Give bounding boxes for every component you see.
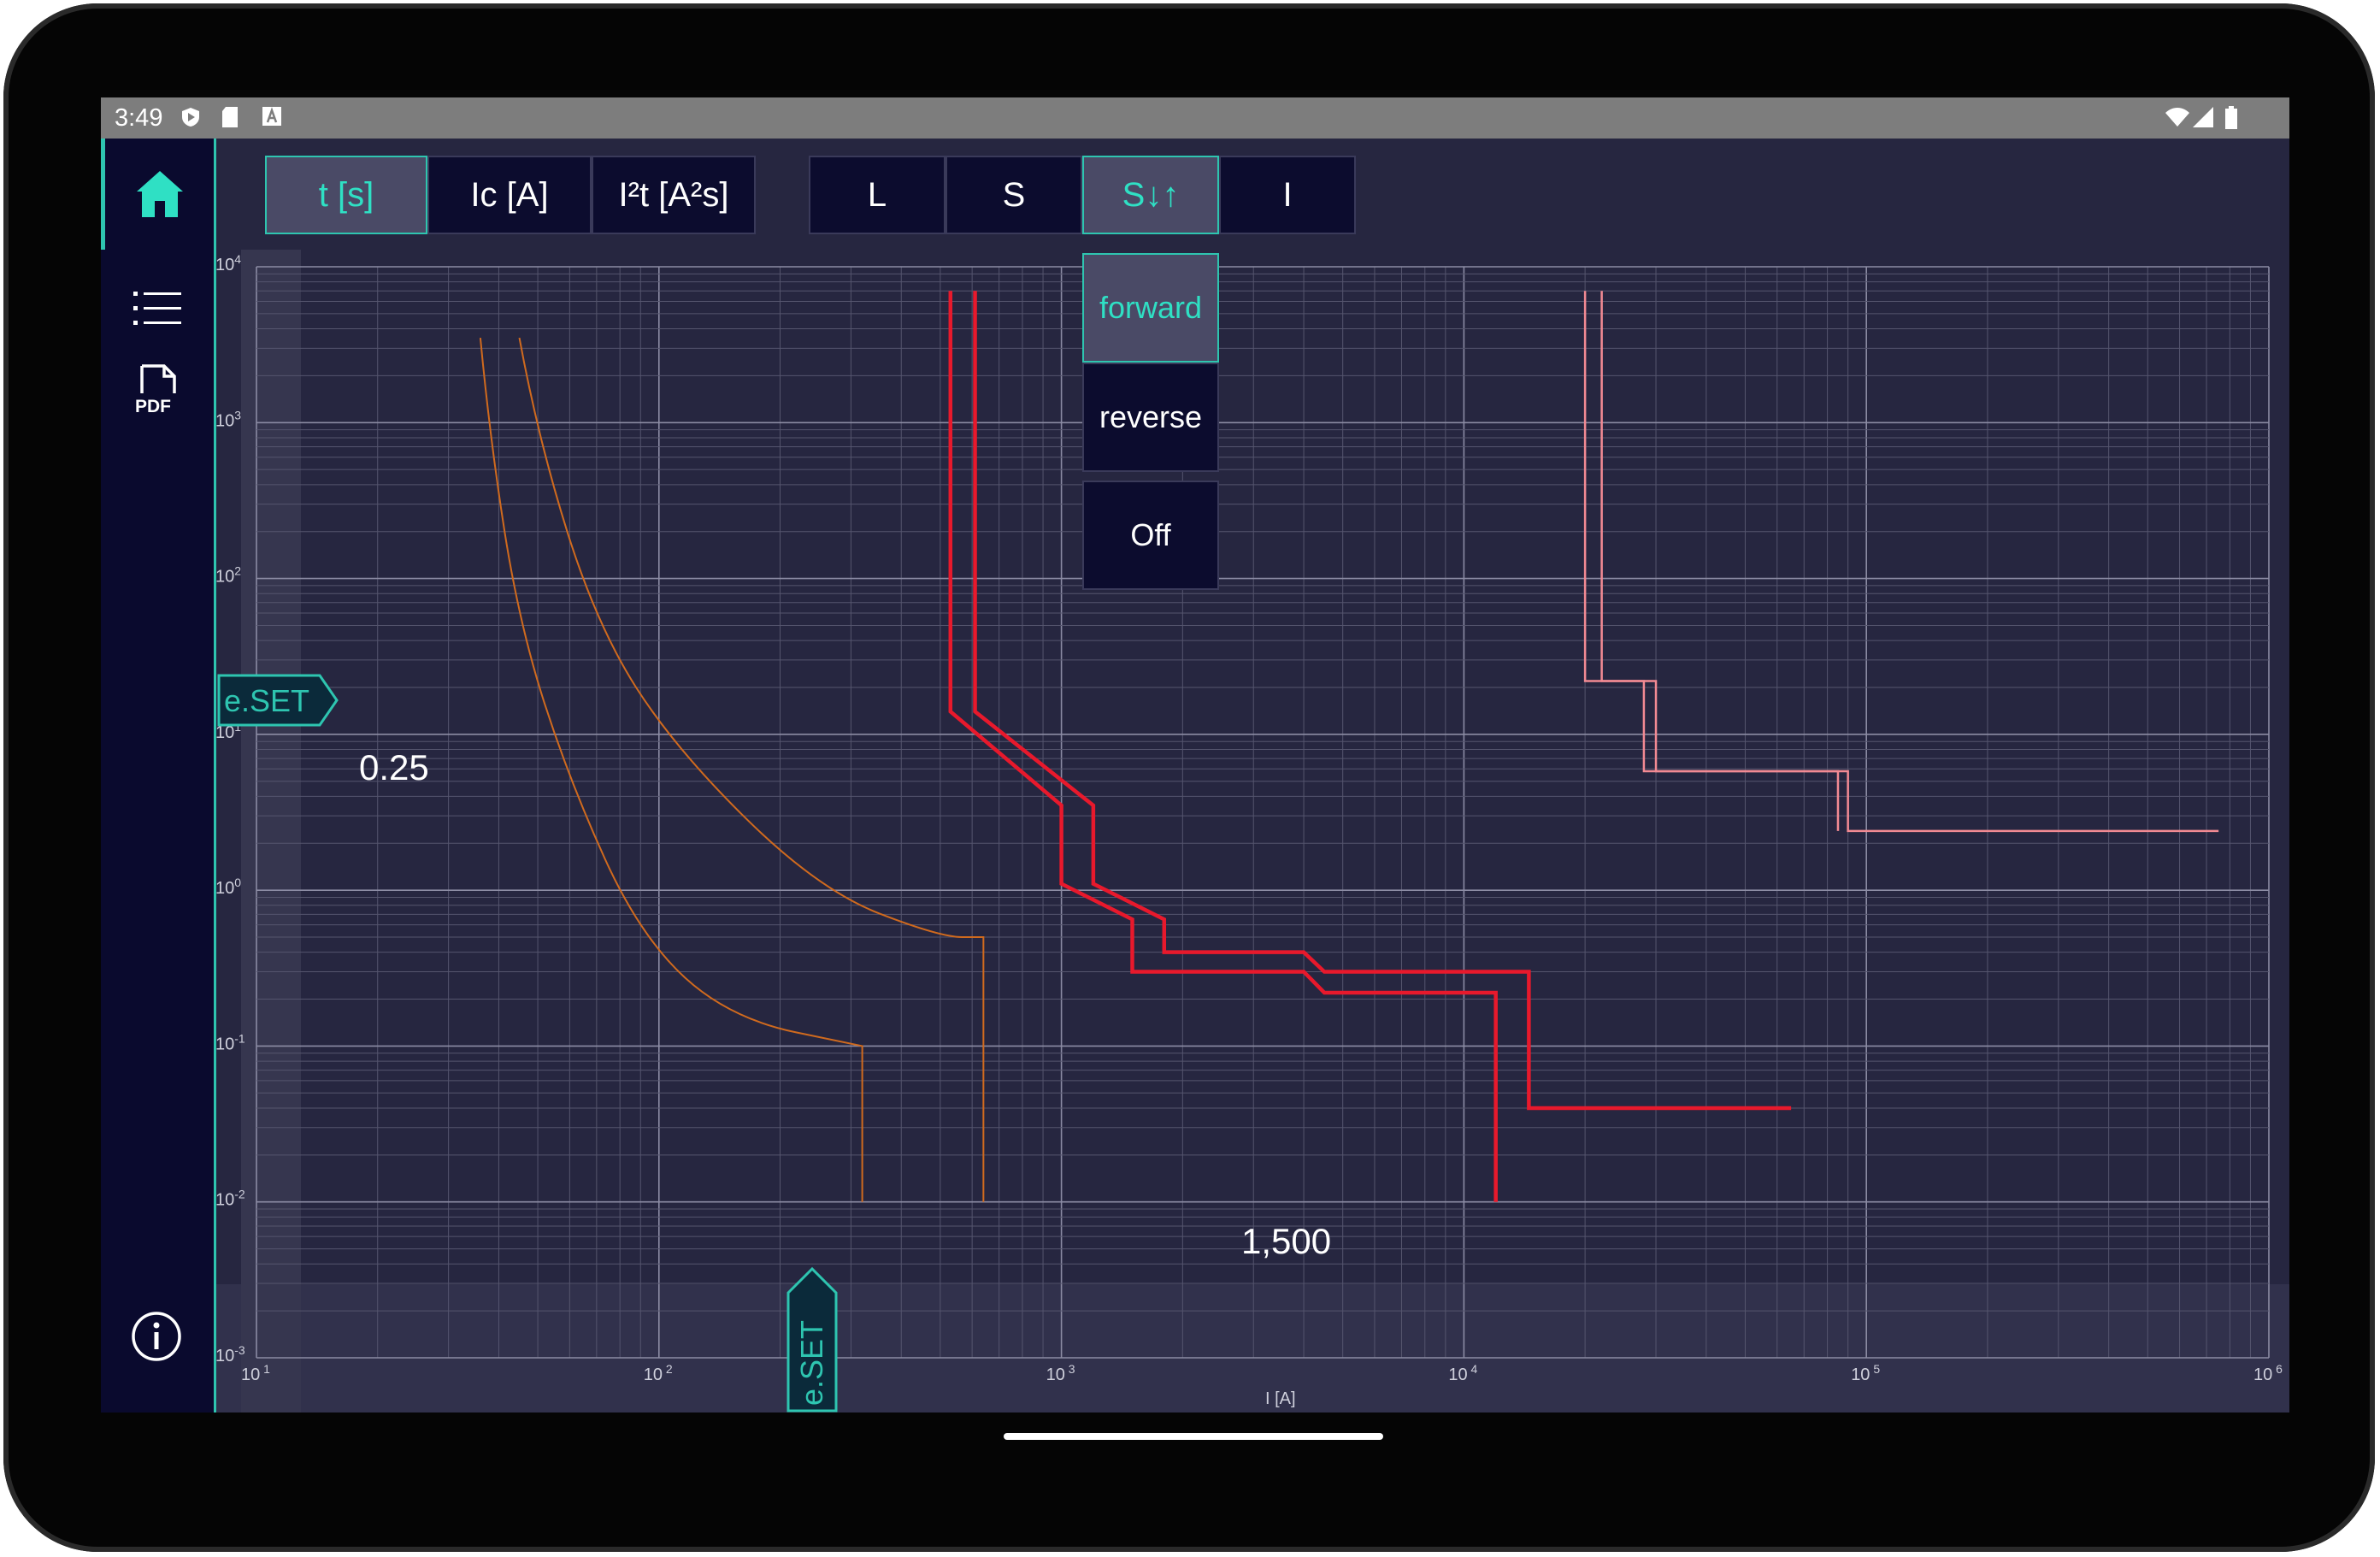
y-tick-label: 100 — [215, 876, 241, 898]
eset-x-handle[interactable]: e.SET — [786, 1266, 838, 1413]
series-line-5 — [1583, 291, 2219, 833]
series-line-2 — [518, 337, 985, 1202]
eset-y-label: e.SET — [224, 683, 309, 718]
view-current-button[interactable]: Ic [A] — [427, 156, 592, 234]
x-axis-band — [214, 1284, 2289, 1413]
y-tick-label: 103 — [215, 408, 241, 430]
dropdown-off[interactable]: Off — [1082, 481, 1219, 590]
series-line-3 — [948, 291, 1498, 1202]
view-time-button[interactable]: t [s] — [265, 156, 427, 234]
y-tick-label: 10-2 — [215, 1188, 245, 1210]
nav-info[interactable] — [101, 1284, 214, 1395]
app-screen: 3:49 10 1 10 2 10 3 10 4 10 5 10 6 104 1… — [101, 97, 2289, 1413]
tablet-frame: 3:49 10 1 10 2 10 3 10 4 10 5 10 6 104 1… — [3, 3, 2375, 1552]
x-value-label: 1,500 — [1241, 1221, 1332, 1261]
dropdown-forward[interactable]: forward — [1082, 253, 1219, 363]
protection-s-directional-button[interactable]: S↓↑ — [1082, 156, 1219, 234]
protection-l-button[interactable]: L — [809, 156, 946, 234]
chart-grid — [256, 266, 2270, 1359]
svg-text:PDF: PDF — [135, 397, 171, 416]
y-tick-label: 102 — [215, 564, 241, 587]
y-tick-label: 104 — [215, 252, 241, 274]
view-energy-button[interactable]: I²t [A²s] — [592, 156, 756, 234]
home-indicator — [1004, 1433, 1383, 1440]
nav-pdf[interactable]: PDF — [101, 364, 214, 475]
nav-list[interactable] — [101, 251, 214, 363]
info-icon — [132, 1312, 181, 1361]
list-icon — [133, 292, 181, 325]
y-axis-band — [241, 250, 301, 1413]
pdf-icon: PDF — [135, 364, 176, 416]
nav-home[interactable] — [101, 139, 214, 250]
curves — [479, 291, 2219, 1202]
eset-y-handle[interactable]: e.SET — [217, 674, 339, 727]
y-tick-label: 10-1 — [215, 1031, 245, 1053]
x-axis-title: I [A] — [1265, 1389, 1296, 1408]
protection-i-button[interactable]: I — [1219, 156, 1356, 234]
y-value-label: 0.25 — [359, 747, 429, 787]
sidebar: PDF — [101, 139, 216, 1413]
protection-s-button[interactable]: S — [946, 156, 1082, 234]
home-icon — [137, 171, 183, 217]
eset-x-label: e.SET — [794, 1320, 829, 1406]
series-line-6 — [1600, 291, 1840, 831]
dropdown-reverse[interactable]: reverse — [1082, 363, 1219, 472]
